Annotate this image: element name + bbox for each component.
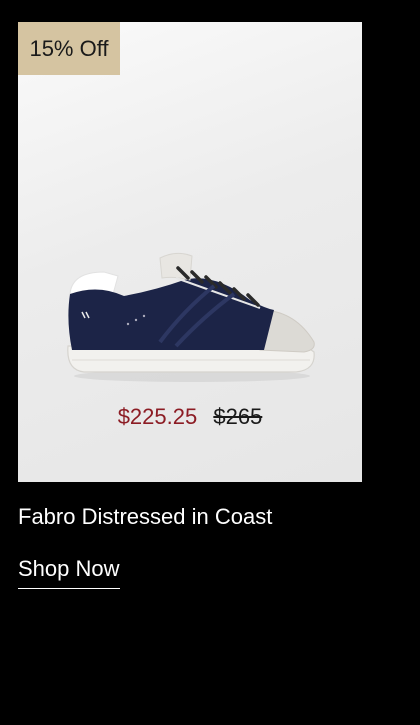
product-card[interactable]: 15% Off $225.25 $265 — [18, 22, 362, 482]
shop-now-link[interactable]: Shop Now — [18, 556, 120, 589]
sale-price: $225.25 — [117, 404, 198, 429]
product-title[interactable]: Fabro Distressed in Coast — [18, 504, 272, 530]
discount-badge: 15% Off — [18, 22, 120, 75]
original-price: $265 — [213, 404, 263, 429]
price-row: $225.25 $265 — [18, 404, 362, 430]
sneaker-image[interactable] — [64, 250, 320, 390]
